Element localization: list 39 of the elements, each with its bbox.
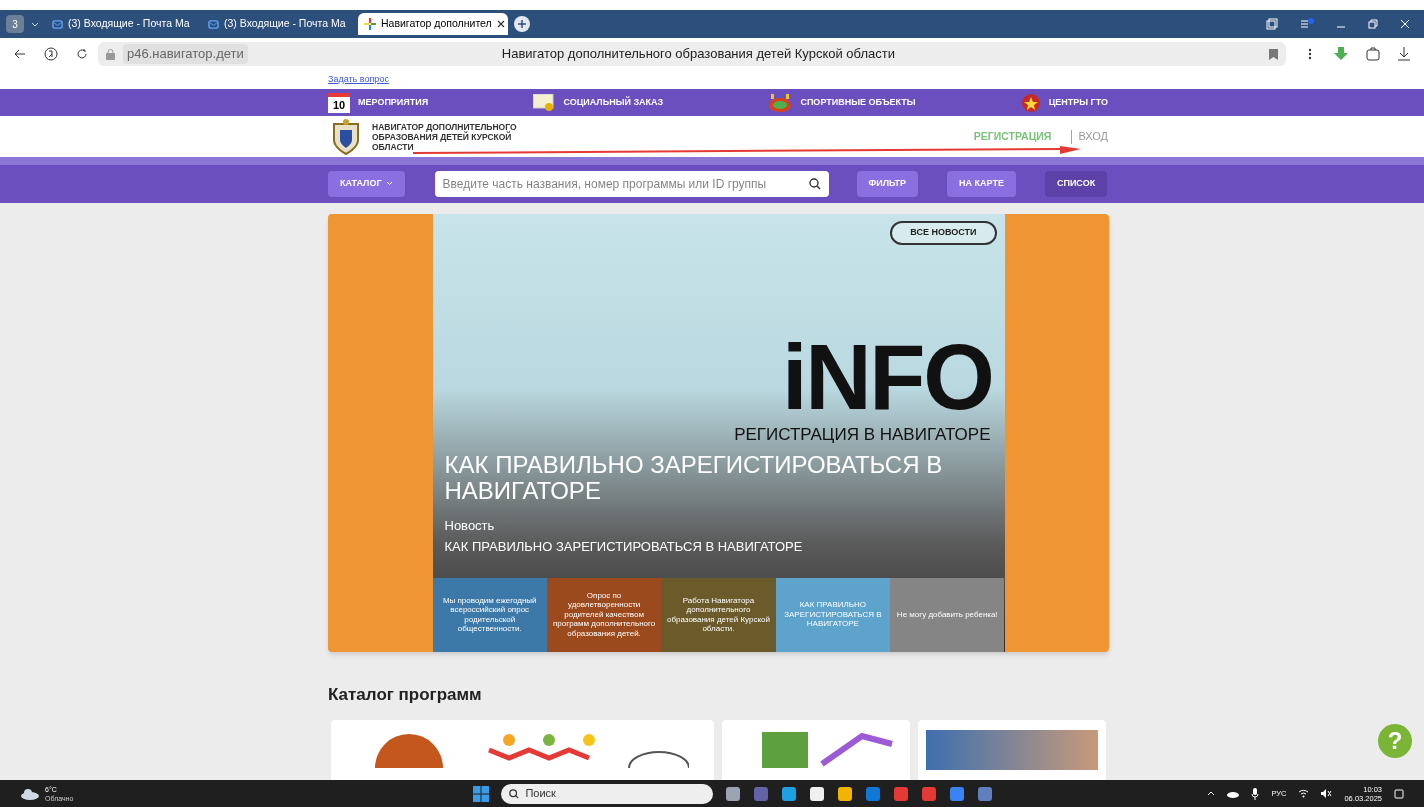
catalog-button[interactable]: КАТАЛОГ (328, 170, 405, 197)
info-caption: РЕГИСТРАЦИЯ В НАВИГАТОРЕ (734, 424, 991, 447)
page-title: Навигатор дополнительного образования детей Курской области (500, 45, 896, 64)
view-button[interactable]: ФИЛЬТР (856, 170, 919, 197)
browser-tab[interactable]: (3) Входящие - Почта Ма (46, 13, 196, 35)
browser-tab[interactable]: (3) Входящие - Почта Ма (202, 13, 352, 35)
nav-link[interactable]: СПОРТИВНЫЕ ОБЪЕКТЫ (800, 96, 916, 110)
news-thumbnail[interactable]: Не могу добавить ребенка! (890, 577, 1005, 652)
news-subtitle: КАК ПРАВИЛЬНО ЗАРЕГИСТИРОВАТЬСЯ В НАВИГАТОРЕ (444, 538, 804, 557)
news-tag: Новость (444, 515, 1005, 536)
news-thumbnail[interactable]: Опрос по удовлетворенности родителей качеством программ дополнительного образования детей. (546, 577, 662, 652)
thumbnail-caption: Опрос по удовлетворенности родителей качеством программ дополнительного образования детей. (552, 590, 657, 639)
thumbnail-caption: Не могу добавить ребенка! (896, 609, 998, 620)
thumbnail-caption: Работа Навигатора дополнительного образования детей Курской области. (665, 595, 771, 634)
news-headline: КАК ПРАВИЛЬНО ЗАРЕГИСТИРОВАТЬСЯ В НАВИГАТОРЕ (444, 451, 944, 504)
tab-title: Навигатор дополнител (381, 16, 492, 32)
tab-title: (3) Входящие - Почта Ма (224, 16, 346, 32)
calendar-icon: 10 (328, 92, 350, 113)
taskbar-search[interactable]: Поиск (501, 783, 714, 804)
news-thumbnail[interactable]: Мы проводим ежегодный всероссийский опрос родительской общественности. (432, 577, 547, 652)
address-bar[interactable]: р46.навигатор.дети Навигатор дополнительного образования детей Курской области (98, 42, 1286, 66)
news-thumbnail[interactable]: Работа Навигатора дополнительного образования детей Курской области. (661, 577, 776, 652)
all-news-button[interactable]: ВСЕ НОВОСТИ (890, 221, 997, 246)
view-button[interactable]: СПИСОК (1044, 170, 1108, 197)
site-logo-text[interactable]: НАВИГАТОР ДОПОЛНИТЕЛЬНОГО ОБРАЗОВАНИЯ ДЕТЕЙ КУРСКОЙ ОБЛАСТИ (372, 121, 542, 152)
info-logo: iNFO (781, 332, 993, 423)
view-button[interactable]: НА КАРТЕ (947, 170, 1016, 197)
tab-count[interactable]: 3 (6, 15, 24, 33)
thumbnail-caption: КАК ПРАВИЛЬНО ЗАРЕГИСТИРОВАТЬСЯ В НАВИГАТОРЕ (783, 600, 883, 629)
ask-question-link[interactable]: Задать вопрос (328, 72, 389, 87)
url-text: р46.навигатор.дети (123, 44, 248, 64)
nav-link[interactable]: ЦЕНТРЫ ГТО (1048, 96, 1108, 110)
tab-title: (3) Входящие - Почта Ма (68, 16, 190, 32)
nav-link[interactable]: СОЦИАЛЬНЫЙ ЗАКАЗ (563, 96, 664, 110)
search-field[interactable]: Введите часть названия, номер программы или ID группы (434, 170, 829, 197)
nav-link[interactable]: МЕРОПРИЯТИЯ (358, 96, 429, 110)
browser-tab[interactable]: Навигатор дополнител (358, 13, 508, 35)
thumbnail-caption: Мы проводим ежегодный всероссийский опрос родительской общественности. (441, 595, 538, 634)
section-heading: Каталог программ (328, 683, 483, 706)
